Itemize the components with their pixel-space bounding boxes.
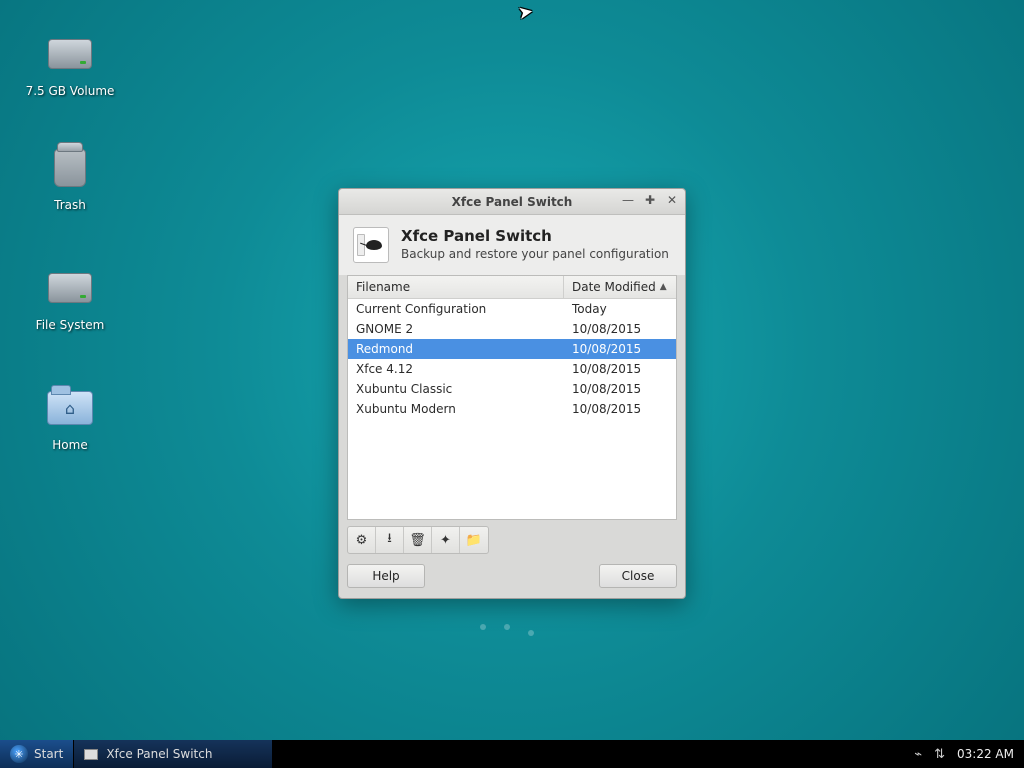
desktop-icon-label: File System	[20, 318, 120, 332]
desktop-icon-label: Home	[20, 438, 120, 452]
filesystem-icon	[46, 264, 94, 312]
row-date: 10/08/2015	[564, 379, 676, 399]
config-row[interactable]: Redmond10/08/2015	[348, 339, 676, 359]
window-titlebar[interactable]: Xfce Panel Switch — ✚ ✕	[339, 189, 685, 215]
home-icon: ⌂	[46, 384, 94, 432]
window-heading: Xfce Panel Switch	[401, 227, 669, 245]
row-date: 10/08/2015	[564, 399, 676, 419]
task-label: Xfce Panel Switch	[106, 747, 212, 761]
help-button[interactable]: Help	[347, 564, 425, 588]
export-config-button[interactable]: ✦	[432, 527, 460, 553]
row-date: 10/08/2015	[564, 339, 676, 359]
clock[interactable]: 03:22 AM	[957, 747, 1014, 761]
desktop-icon-filesystem[interactable]: File System	[20, 264, 120, 332]
desktop-icon-volume[interactable]: 7.5 GB Volume	[20, 30, 120, 98]
desktop: 7.5 GB Volume Trash File System ⌂ Home Xfce …	[0, 0, 1024, 768]
row-filename: Xubuntu Modern	[348, 399, 564, 419]
desktop-icon-label: Trash	[20, 198, 120, 212]
system-tray: ⌁ ⇅ 03:22 AM	[904, 747, 1024, 762]
minimize-button[interactable]: —	[621, 193, 635, 207]
list-header: Filename Date Modified ▲	[348, 276, 676, 299]
volume-icon	[46, 30, 94, 78]
column-date-modified[interactable]: Date Modified ▲	[564, 276, 676, 298]
column-filename[interactable]: Filename	[348, 276, 564, 298]
trash-icon	[46, 144, 94, 192]
row-filename: Xfce 4.12	[348, 359, 564, 379]
desktop-icon-label: 7.5 GB Volume	[20, 84, 120, 98]
taskbar: ✳ Start Xfce Panel Switch ⌁ ⇅ 03:22 AM	[0, 740, 1024, 768]
close-button[interactable]: Close	[599, 564, 677, 588]
save-config-button[interactable]: ⭳	[376, 527, 404, 553]
start-button[interactable]: ✳ Start	[0, 740, 73, 768]
start-label: Start	[34, 747, 63, 761]
bluetooth-icon[interactable]: ⌁	[914, 747, 922, 762]
window-subheading: Backup and restore your panel configurat…	[401, 247, 669, 261]
panel-switch-window: Xfce Panel Switch — ✚ ✕ Xfce Panel Switc…	[338, 188, 686, 599]
network-icon[interactable]: ⇅	[934, 747, 945, 762]
configurations-list: Filename Date Modified ▲ Current Configu…	[347, 275, 677, 520]
window-header: Xfce Panel Switch Backup and restore you…	[339, 215, 685, 275]
close-window-button[interactable]: ✕	[665, 193, 679, 207]
action-toolbar: ⚙ ⭳ 🗑 ✦ 📁	[347, 526, 489, 554]
task-window-icon	[84, 749, 98, 760]
desktop-icon-home[interactable]: ⌂ Home	[20, 384, 120, 452]
panel-switch-icon	[353, 227, 389, 263]
config-row[interactable]: Current ConfigurationToday	[348, 299, 676, 319]
window-title: Xfce Panel Switch	[452, 195, 573, 209]
apply-config-button[interactable]: ⚙	[348, 527, 376, 553]
import-config-button[interactable]: 📁	[460, 527, 488, 553]
config-row[interactable]: GNOME 210/08/2015	[348, 319, 676, 339]
config-row[interactable]: Xfce 4.1210/08/2015	[348, 359, 676, 379]
row-filename: Xubuntu Classic	[348, 379, 564, 399]
config-row[interactable]: Xubuntu Classic10/08/2015	[348, 379, 676, 399]
row-date: 10/08/2015	[564, 319, 676, 339]
row-filename: GNOME 2	[348, 319, 564, 339]
sort-ascending-icon: ▲	[660, 282, 667, 292]
decorative-dots	[480, 624, 534, 630]
desktop-icon-trash[interactable]: Trash	[20, 144, 120, 212]
maximize-button[interactable]: ✚	[643, 193, 657, 207]
delete-config-button[interactable]: 🗑	[404, 527, 432, 553]
start-logo-icon: ✳	[10, 745, 28, 763]
row-date: 10/08/2015	[564, 359, 676, 379]
row-filename: Redmond	[348, 339, 564, 359]
row-filename: Current Configuration	[348, 299, 564, 319]
config-row[interactable]: Xubuntu Modern10/08/2015	[348, 399, 676, 419]
mouse-cursor: ➤	[516, 1, 535, 24]
row-date: Today	[564, 299, 676, 319]
list-rows: Current ConfigurationTodayGNOME 210/08/2…	[348, 299, 676, 519]
window-footer: Help Close	[339, 554, 685, 598]
taskbar-item-panel-switch[interactable]: Xfce Panel Switch	[73, 740, 273, 768]
